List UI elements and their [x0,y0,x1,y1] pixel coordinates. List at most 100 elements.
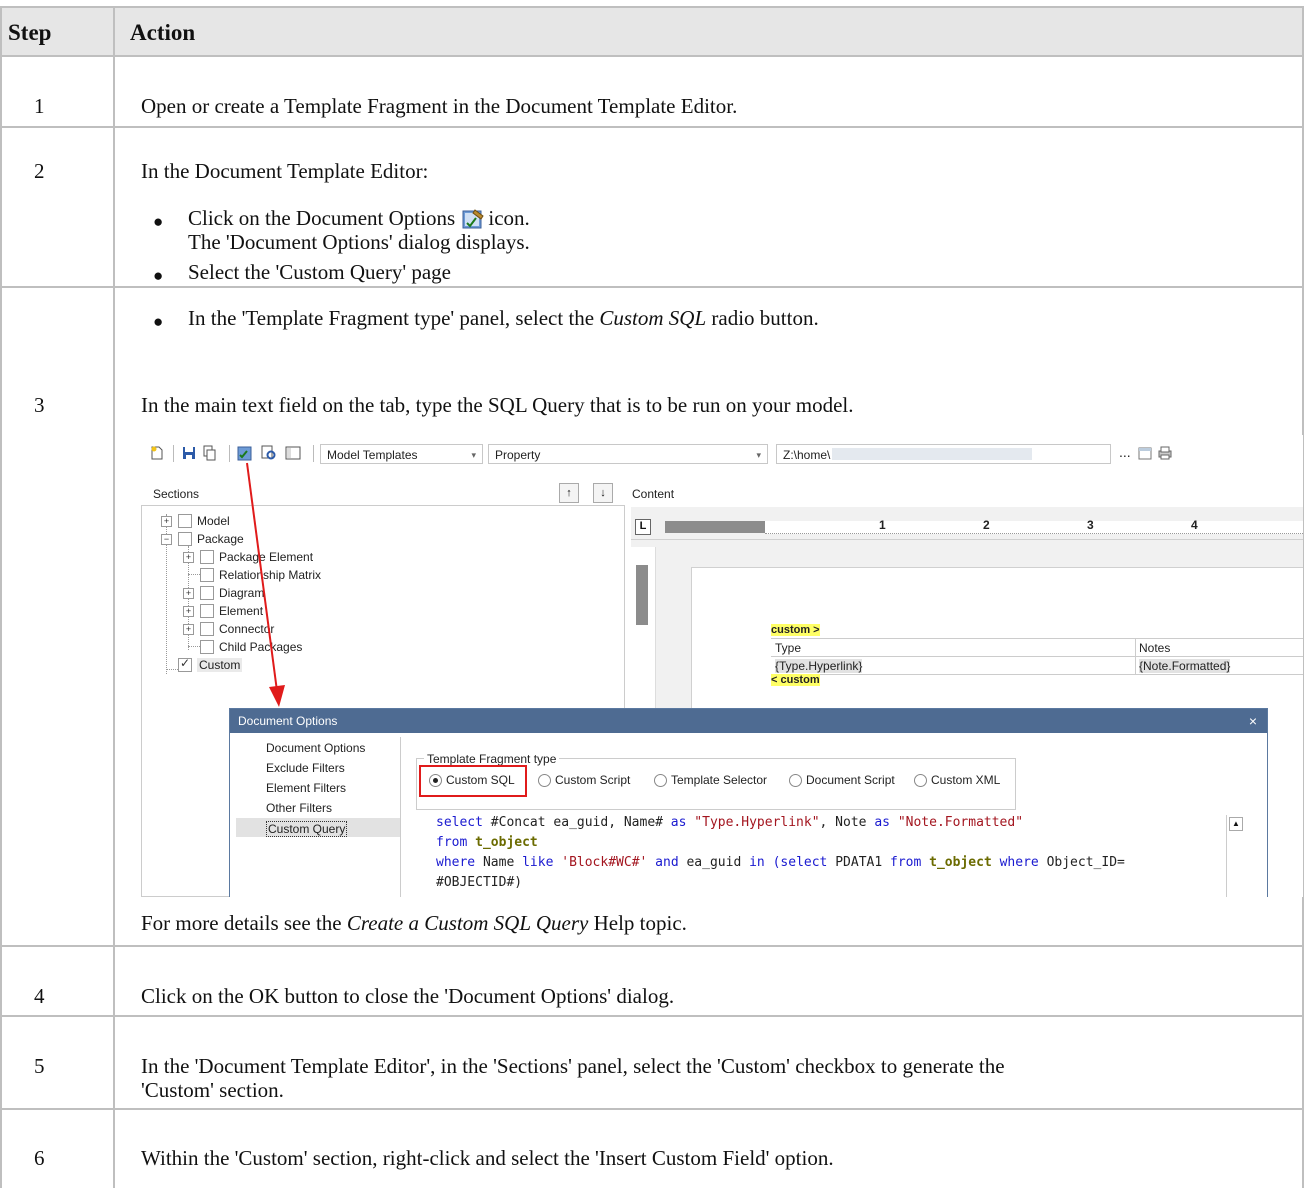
nav-exclude-filters[interactable]: Exclude Filters [266,761,345,775]
model-checkbox[interactable] [178,514,192,528]
bullet-text: In the 'Template Fragment type' panel, s… [188,306,819,330]
new-template-icon[interactable] [149,445,165,461]
ruler-tick-label: 2 [983,518,990,532]
bullet-text: Select the 'Custom Query' page [188,260,452,284]
step-text: Within the 'Custom' section, right-click… [141,1146,834,1170]
custom-xml-label[interactable]: Custom XML [931,773,1000,787]
close-icon[interactable]: × [1249,709,1257,733]
tab-stop-icon[interactable]: L [635,519,651,535]
chevron-down-icon: ▾ [756,450,761,460]
bullet-icon: ● [153,312,164,331]
step-text: Click on the OK button to close the 'Doc… [141,984,675,1008]
relationship-matrix-checkbox[interactable] [200,568,214,582]
notes-field: {Note.Formatted} [1139,659,1231,673]
move-down-icon[interactable]: ↓ [593,483,613,503]
template-selector-radio[interactable] [654,774,667,787]
nav-element-filters[interactable]: Element Filters [266,781,346,795]
diagram-checkbox[interactable] [200,586,214,600]
row-divider [0,1108,1304,1110]
nav-other-filters[interactable]: Other Filters [266,801,332,815]
toolbar-separator [313,445,314,462]
custom-script-label[interactable]: Custom Script [555,773,630,787]
save-icon[interactable] [181,445,197,461]
find-icon[interactable] [261,445,277,461]
custom-section-start: custom > [771,624,820,636]
custom-section-end: < custom [771,674,820,686]
dialog-title: Document Options [238,714,338,728]
child-packages-checkbox[interactable] [200,640,214,654]
expand-icon[interactable]: + [183,624,194,635]
path-blur [832,448,1033,460]
table-line [771,656,1303,657]
nav-document-options[interactable]: Document Options [266,741,365,755]
template-type-select[interactable]: Model Templates ▾ [320,444,483,464]
toolbar-separator [173,445,174,462]
type-column-header: Type [775,641,802,655]
print-icon[interactable] [1157,445,1173,461]
document-options-icon[interactable] [237,445,253,461]
tree-item-model[interactable]: Model [197,514,230,528]
check-icon: ✓ [180,656,191,670]
tree-guide [166,669,178,670]
sql-editor[interactable]: select #Concat ea_guid, Name# as "Type.H… [404,809,1266,897]
ruler-bottom [631,539,1303,540]
border-left [0,6,2,1188]
package-element-checkbox[interactable] [200,550,214,564]
package-checkbox[interactable] [178,532,192,546]
step-text: Open or create a Template Fragment in th… [141,94,738,118]
template-selector-label[interactable]: Template Selector [671,773,767,787]
sql-line-1: select #Concat ea_guid, Name# as "Type.H… [436,815,1024,830]
bullet-icon: ● [153,212,164,231]
property-select[interactable]: Property ▾ [488,444,768,464]
ruler [765,521,1303,534]
step-number: 3 [34,393,45,417]
bullet-icon: ● [153,266,164,285]
document-script-radio[interactable] [789,774,802,787]
content-label: Content [632,487,675,501]
fragment-type-label: Template Fragment type [424,752,560,766]
sql-scrollbar[interactable]: ▲ [1226,815,1243,897]
browse-button[interactable]: ... [1119,444,1131,460]
step-number: 1 [34,94,45,118]
nav-custom-query[interactable]: Custom Query [266,821,348,837]
vertical-ruler-margin [636,565,648,625]
type-field: {Type.Hyperlink} [775,659,863,673]
collapse-icon[interactable]: − [161,534,172,545]
move-up-icon[interactable]: ↑ [559,483,579,503]
ruler-tick-label: 3 [1087,518,1094,532]
tree-guide [188,646,200,647]
custom-sql-radio[interactable] [429,774,442,787]
scroll-up-icon[interactable]: ▲ [1229,817,1243,831]
step-number: 4 [34,984,45,1008]
tree-item-custom[interactable]: Custom [197,658,243,672]
custom-xml-radio[interactable] [914,774,927,787]
expand-icon[interactable]: + [183,588,194,599]
step-number: 2 [34,159,45,183]
expand-icon[interactable]: + [183,606,194,617]
custom-table: Type Notes {Type.Hyperlink} {Note.Format… [771,638,1303,675]
custom-script-radio[interactable] [538,774,551,787]
calendar-icon[interactable] [1137,445,1153,461]
element-checkbox[interactable] [200,604,214,618]
ruler-margin [665,521,765,533]
custom-checkbox[interactable]: ✓ [178,656,192,672]
panel-icon[interactable] [285,445,301,461]
custom-sql-label[interactable]: Custom SQL [446,773,515,787]
table-line [1135,639,1136,674]
tree-item-package[interactable]: Package [197,532,244,546]
expand-icon[interactable]: + [183,552,194,563]
document-script-label[interactable]: Document Script [806,773,895,787]
copy-icon[interactable] [201,445,217,461]
table-line [771,674,1303,675]
ruler-tick-label: 1 [879,518,886,532]
path-input[interactable]: Z:\home\ [776,444,1111,464]
editor-screenshot: Model Templates ▾ Property ▾ Z:\home\ ... … [141,435,1303,897]
step-text: In the Document Template Editor: [141,159,429,183]
header-action: Action [130,20,196,45]
step-text: In the main text field on the tab, type … [141,393,854,417]
ruler-tick-label: 4 [1191,518,1198,532]
document-options-dialog: Document Options × Document Options Excl… [229,708,1268,897]
connector-checkbox[interactable] [200,622,214,636]
tree-guide [188,574,200,575]
expand-icon[interactable]: + [161,516,172,527]
